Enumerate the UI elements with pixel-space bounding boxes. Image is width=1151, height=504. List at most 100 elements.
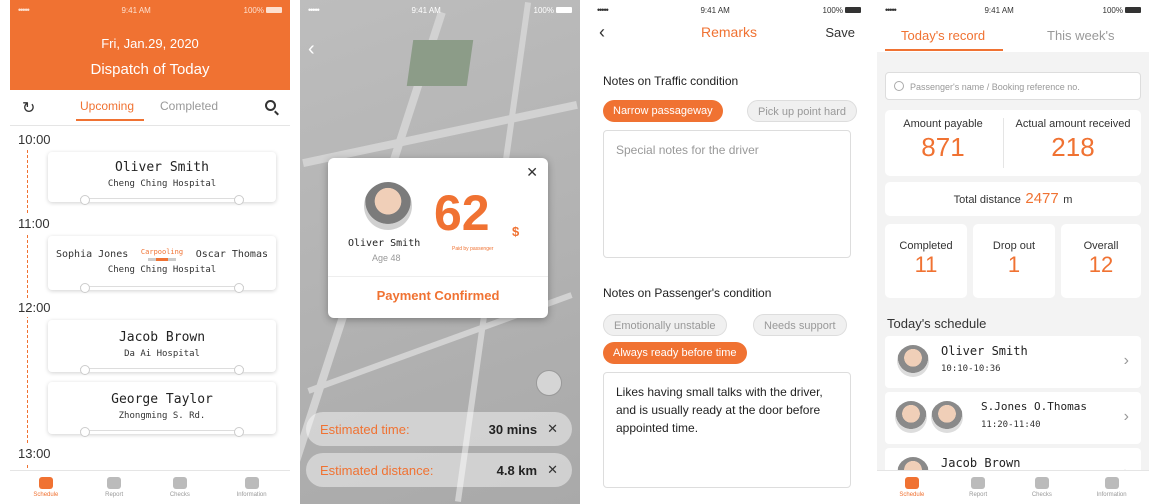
battery-level: 100%	[822, 5, 843, 15]
destination: Da Ai Hospital	[124, 349, 200, 359]
chip-narrow-passageway[interactable]: Narrow passageway	[603, 100, 723, 122]
status-time: 9:41 AM	[411, 5, 441, 15]
tab-upcoming[interactable]: Upcoming	[80, 99, 134, 113]
save-button[interactable]: Save	[825, 25, 855, 40]
signal-icon: •••••	[597, 5, 609, 15]
close-icon[interactable]: ✕	[526, 164, 538, 181]
carpool-badge: Carpooling	[141, 248, 183, 261]
divider	[1003, 118, 1004, 168]
tab-label: Schedule	[33, 492, 59, 498]
back-icon[interactable]: ‹	[308, 38, 315, 61]
section-title: Notes on Passenger's condition	[603, 286, 772, 300]
signal-icon: •••••	[885, 5, 897, 15]
dropout-card[interactable]: Drop out 1	[973, 224, 1055, 298]
distance-unit: m	[1063, 194, 1073, 206]
search-icon[interactable]	[265, 100, 276, 111]
calendar-icon	[38, 477, 53, 489]
chip-always-ready[interactable]: Always ready before time	[603, 342, 747, 364]
status-bar: ••••• 9:41 AM 100%	[10, 0, 290, 20]
estimated-time-pill: Estimated time: 30 mins ✕	[306, 412, 572, 446]
fare-amount: 62	[434, 185, 490, 241]
payment-confirmed-button[interactable]: Payment Confirmed	[328, 288, 548, 303]
route-dots	[80, 427, 244, 438]
time-label: 12:00	[18, 298, 51, 317]
close-icon[interactable]: ✕	[547, 462, 558, 478]
tab-schedule[interactable]: Schedule	[33, 477, 58, 498]
battery-icon: 100%	[244, 6, 282, 15]
destination: Cheng Ching Hospital	[107, 265, 217, 275]
person-icon	[1104, 477, 1119, 489]
trip-card[interactable]: George Taylor Zhongming S. Rd.	[48, 382, 276, 437]
estimated-time-value: 30 mins	[488, 421, 538, 437]
close-icon[interactable]: ✕	[547, 421, 558, 437]
route-dots	[80, 365, 244, 376]
tab-report[interactable]: Report	[105, 477, 123, 498]
tab-completed[interactable]: Completed	[160, 99, 218, 113]
battery-icon: 100%	[1103, 6, 1141, 15]
passenger-notes-input[interactable]: Likes having small talks with the driver…	[603, 372, 851, 488]
tab-schedule[interactable]: Schedule	[899, 477, 924, 498]
chip-emotionally-unstable[interactable]: Emotionally unstable	[603, 314, 727, 336]
search-input[interactable]: Passenger's name / Booking reference no.	[885, 72, 1141, 100]
tab-information[interactable]: Information	[1097, 477, 1127, 498]
overall-card[interactable]: Overall 12	[1061, 224, 1141, 298]
amount-card: Amount payable 871 Actual amount receive…	[885, 110, 1141, 176]
locate-icon[interactable]	[536, 370, 562, 396]
tab-information[interactable]: Information	[237, 477, 267, 498]
tab-checks[interactable]: Checks	[1032, 477, 1052, 498]
amount-payable-label: Amount payable	[903, 118, 983, 130]
tab-label: Checks	[169, 492, 190, 498]
amount-payable-value: 871	[921, 132, 965, 162]
dropout-value: 1	[1007, 252, 1021, 277]
tab-label: Schedule	[899, 492, 925, 498]
estimated-distance-label: Estimated distance:	[320, 462, 434, 478]
tab-label: Information	[1096, 492, 1127, 498]
calendar-icon	[904, 477, 919, 489]
signal-icon: •••••	[308, 5, 320, 15]
nav-bar: ‹ Remarks Save	[589, 20, 869, 48]
tab-this-week[interactable]: This week's	[1047, 28, 1115, 43]
overall-value: 12	[1088, 252, 1114, 277]
passenger-name: Sophia Jones	[56, 249, 129, 260]
time-label: 10:00	[18, 130, 51, 149]
time-label: 13:00	[18, 444, 51, 463]
battery-level: 100%	[1102, 5, 1123, 15]
currency-symbol: $	[512, 224, 520, 239]
passenger-name: Oliver Smith	[348, 238, 421, 249]
passenger-name: Jacob Brown	[941, 456, 1021, 470]
battery-icon: 100%	[823, 6, 861, 15]
schedule-row[interactable]: Oliver Smith 10:10-10:36 ›	[885, 336, 1141, 388]
traffic-notes-input[interactable]: Special notes for the driver	[603, 130, 851, 258]
trip-card[interactable]: Sophia Jones Carpooling Oscar Thomas Che…	[48, 236, 276, 293]
distance-card: Total distance 2477 m	[885, 182, 1141, 216]
tab-checks[interactable]: Checks	[170, 477, 190, 498]
passenger-age: Age 48	[372, 253, 401, 263]
tab-label: Information	[236, 492, 267, 498]
trip-card[interactable]: Jacob Brown Da Ai Hospital	[48, 320, 276, 375]
bottom-tab-bar: Schedule Report Checks Information	[10, 470, 290, 504]
avatar	[895, 401, 927, 433]
bottom-tab-bar: Schedule Report Checks Information	[877, 470, 1149, 504]
person-icon	[244, 477, 259, 489]
chip-needs-support[interactable]: Needs support	[753, 314, 847, 336]
dispatch-date: Fri, Jan.29, 2020	[101, 36, 199, 51]
carpool-label: Carpooling	[140, 248, 184, 256]
distance-value: 2477	[1025, 190, 1059, 207]
status-bar: ••••• 9:41 AM 100%	[589, 0, 869, 20]
schedule-row[interactable]: S.Jones O.Thomas 11:20-11:40 ›	[885, 392, 1141, 444]
completed-card[interactable]: Completed 11	[885, 224, 967, 298]
shield-icon	[172, 477, 187, 489]
tab-report[interactable]: Report	[969, 477, 987, 498]
search-placeholder: Passenger's name / Booking reference no.	[910, 82, 1080, 92]
tab-label: Report	[969, 492, 988, 498]
tab-bar: ↻ Upcoming Completed	[10, 90, 290, 126]
tab-today[interactable]: Today's record	[901, 28, 985, 43]
refresh-icon[interactable]: ↻	[22, 98, 35, 118]
chip-pick-up-point[interactable]: Pick up point hard	[747, 100, 858, 122]
trip-card[interactable]: Oliver Smith Cheng Ching Hospital	[48, 152, 276, 205]
chevron-right-icon: ›	[1123, 352, 1129, 369]
payment-modal: ✕ Oliver Smith Age 48 62 $ Paid by passe…	[328, 158, 548, 318]
record-tabs: Today's record This week's	[877, 20, 1149, 52]
distance-label: Total distance	[953, 194, 1021, 206]
completed-label: Completed	[899, 240, 953, 252]
